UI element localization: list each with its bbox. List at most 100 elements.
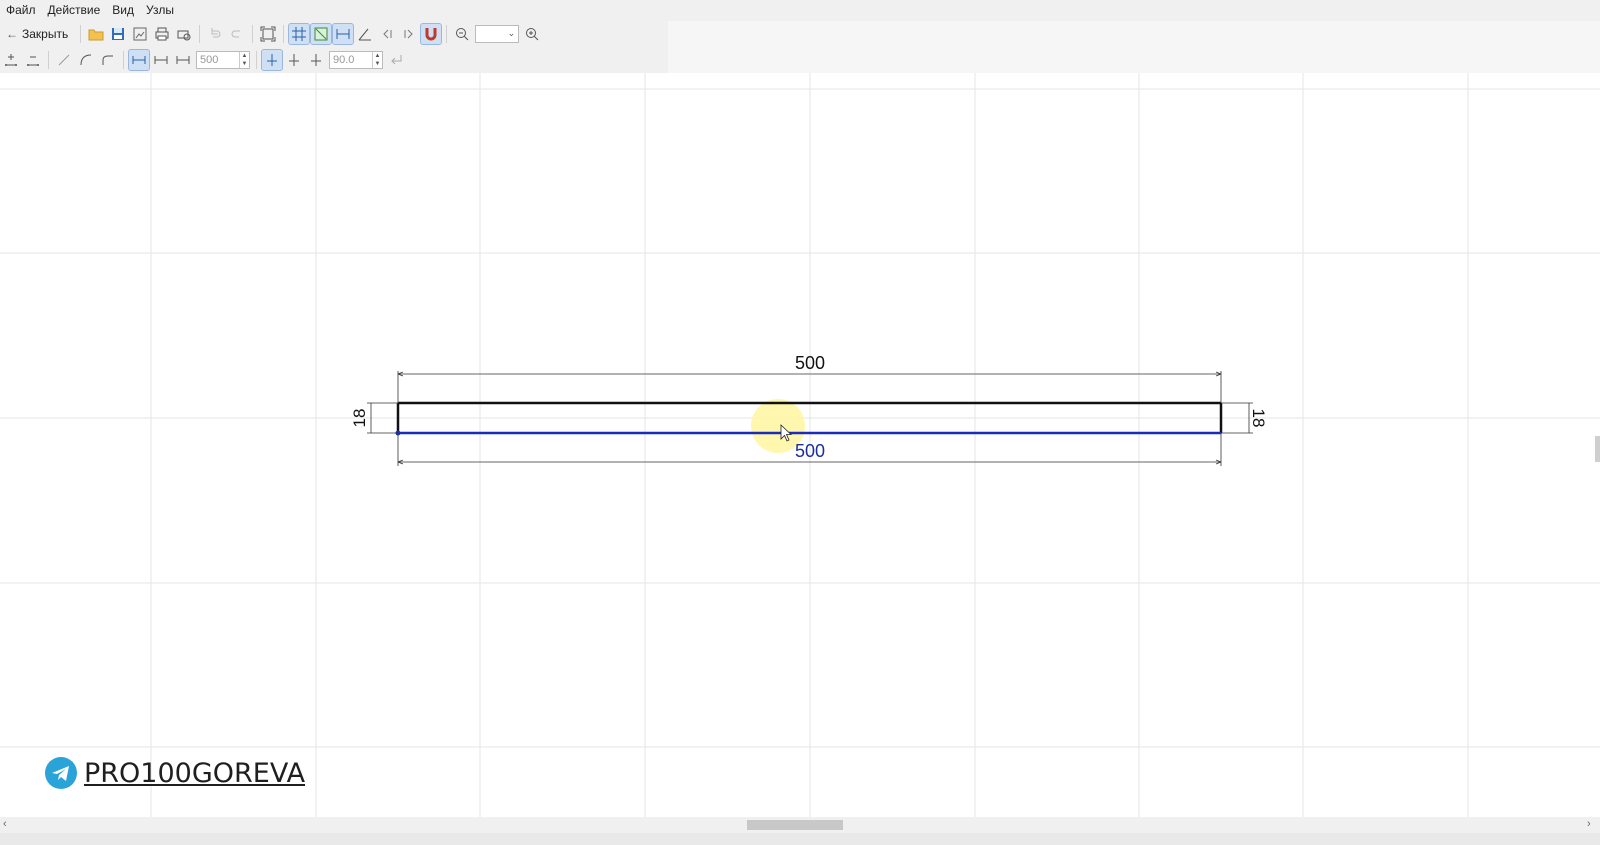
- dimension-icon: [336, 29, 350, 39]
- redo-icon: [231, 30, 241, 38]
- grid-icon: [292, 27, 307, 41]
- open-folder-button[interactable]: [86, 24, 106, 44]
- zoom-select[interactable]: ⌄: [475, 25, 520, 43]
- angle-input[interactable]: 90.0 ▲ ▼: [329, 51, 383, 69]
- angle-icon: [358, 28, 372, 41]
- dimension-right-label: 18: [1249, 409, 1268, 428]
- watermark: PRO100GOREVA: [44, 756, 305, 790]
- vertical-scroll-thumb[interactable]: [1595, 436, 1600, 462]
- add-node-icon: [5, 54, 17, 66]
- scroll-right-icon[interactable]: ›: [1587, 818, 1591, 830]
- image-export-icon: [133, 27, 147, 41]
- fit-view-icon: [260, 26, 276, 42]
- undo-icon: [211, 28, 221, 38]
- zoom-in-icon: [526, 28, 539, 41]
- printer-icon: [155, 27, 169, 41]
- menu-action[interactable]: Действие: [42, 0, 107, 21]
- undo-button[interactable]: [205, 24, 225, 44]
- length-right-icon: [176, 56, 190, 64]
- length-left-button[interactable]: [151, 50, 171, 70]
- print-preview-button[interactable]: [174, 24, 194, 44]
- toolbar-background: [668, 21, 1600, 73]
- close-button[interactable]: ← Закрыть: [0, 24, 76, 44]
- line-segment-button[interactable]: [54, 50, 74, 70]
- scroll-left-icon[interactable]: ‹: [3, 818, 7, 830]
- main-toolbar: ← Закрыть ⌄: [0, 21, 668, 47]
- length-spinner[interactable]: ▲ ▼: [239, 52, 249, 68]
- status-strip: [0, 833, 1600, 845]
- apply-button[interactable]: [386, 50, 406, 70]
- floppy-icon: [112, 28, 125, 40]
- arrow-left-icon: ←: [6, 27, 18, 41]
- toolbar-separator: [256, 51, 257, 69]
- angle-right-icon: [311, 54, 321, 66]
- angle-left-button[interactable]: [284, 50, 304, 70]
- length-input[interactable]: 500 ▲ ▼: [196, 51, 250, 69]
- close-button-label: Закрыть: [22, 27, 69, 41]
- drawing-canvas[interactable]: 500 500 18 18: [0, 73, 1600, 817]
- folder-icon: [88, 29, 104, 41]
- canvas-svg: 500 500 18 18: [0, 73, 1600, 817]
- dimension-bottom-label: 500: [795, 441, 825, 461]
- save-button[interactable]: [108, 24, 128, 44]
- fit-view-button[interactable]: [258, 24, 278, 44]
- snap-grid-icon: [314, 27, 328, 41]
- remove-node-button[interactable]: [23, 50, 43, 70]
- menu-nodes[interactable]: Узлы: [140, 0, 180, 21]
- watermark-text: PRO100GOREVA: [84, 757, 306, 789]
- menu-bar: Файл Действие Вид Узлы: [0, 0, 1600, 21]
- toolbar-separator: [48, 51, 49, 69]
- toolbar-separator: [123, 51, 124, 69]
- enter-icon: [391, 55, 402, 65]
- angle-spinner[interactable]: ▲ ▼: [372, 52, 382, 68]
- arc-icon: [80, 54, 92, 66]
- toolbar-separator: [252, 25, 254, 43]
- line-icon: [58, 54, 70, 66]
- menu-view[interactable]: Вид: [106, 0, 140, 21]
- horizontal-scrollbar[interactable]: ‹ ›: [0, 817, 1600, 833]
- add-node-button[interactable]: [1, 50, 21, 70]
- step-forward-button[interactable]: [399, 24, 419, 44]
- angle-mode-icon: [267, 54, 277, 66]
- fillet-button[interactable]: [98, 50, 118, 70]
- panel-shape[interactable]: [395, 401, 1223, 436]
- angle-right-button[interactable]: [306, 50, 326, 70]
- toolbar-separator: [199, 25, 201, 43]
- step-back-button[interactable]: [377, 24, 397, 44]
- step-forward-icon: [404, 29, 413, 39]
- redo-button[interactable]: [227, 24, 247, 44]
- arc-segment-button[interactable]: [76, 50, 96, 70]
- toolbar-separator: [283, 25, 285, 43]
- magnet-button[interactable]: [420, 23, 443, 45]
- angle-mode-button[interactable]: [261, 49, 283, 71]
- dimensions-toggle-button[interactable]: [332, 23, 355, 45]
- toolbar-separator: [80, 25, 82, 43]
- horizontal-scroll-thumb[interactable]: [747, 820, 843, 830]
- telegram-icon: [45, 757, 77, 789]
- edit-toolbar: 500 ▲ ▼ 90.0 ▲ ▼: [0, 47, 668, 73]
- length-right-button[interactable]: [173, 50, 193, 70]
- zoom-in-button[interactable]: [522, 24, 542, 44]
- step-back-icon: [383, 29, 392, 39]
- length-left-icon: [154, 56, 168, 64]
- angle-input-value: 90.0: [333, 54, 355, 66]
- print-button[interactable]: [152, 24, 172, 44]
- zoom-out-button[interactable]: [452, 24, 472, 44]
- grid-toggle-button[interactable]: [288, 23, 311, 45]
- angle-left-icon: [289, 54, 299, 66]
- length-both-icon: [132, 56, 146, 64]
- dimension-left-label: 18: [350, 409, 369, 428]
- chevron-down-icon: ⌄: [507, 28, 516, 38]
- angles-toggle-button[interactable]: [355, 24, 375, 44]
- length-mode-button[interactable]: [128, 49, 150, 71]
- snap-grid-button[interactable]: [310, 23, 333, 45]
- zoom-out-icon: [456, 28, 469, 41]
- remove-node-icon: [27, 56, 39, 66]
- print-preview-icon: [177, 30, 191, 41]
- menu-file[interactable]: Файл: [0, 0, 42, 21]
- fillet-icon: [102, 55, 113, 65]
- magnet-icon: [425, 28, 437, 41]
- length-input-value: 500: [200, 54, 219, 66]
- dimension-top-label: 500: [795, 353, 825, 373]
- export-image-button[interactable]: [130, 24, 150, 44]
